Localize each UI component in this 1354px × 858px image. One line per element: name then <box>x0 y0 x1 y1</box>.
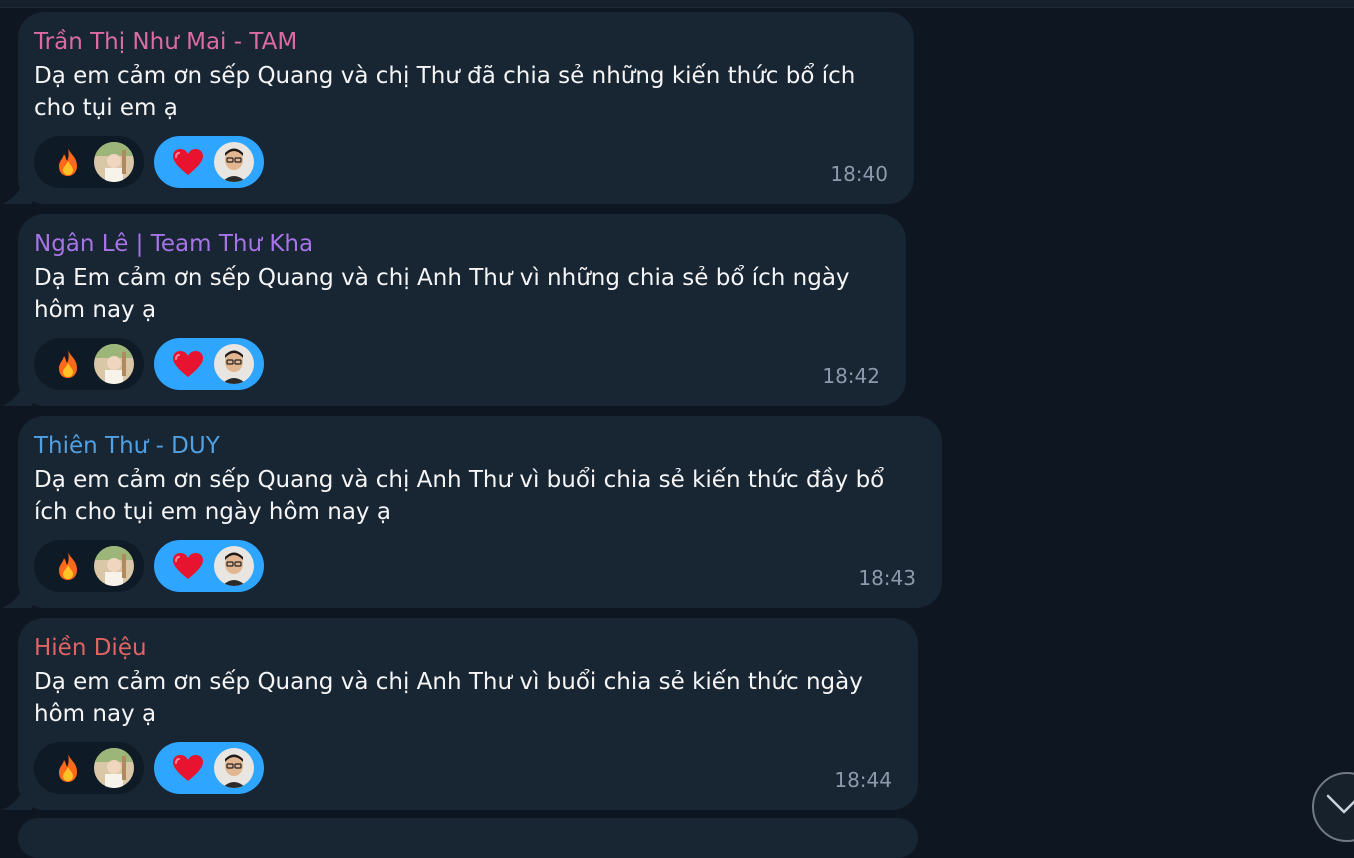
reaction-fire[interactable] <box>34 338 144 390</box>
avatar[interactable] <box>94 546 134 586</box>
reactions-row <box>34 742 264 794</box>
heart-icon <box>172 550 204 582</box>
fire-icon <box>52 146 84 178</box>
avatar[interactable] <box>214 546 254 586</box>
avatar[interactable] <box>94 344 134 384</box>
reaction-fire[interactable] <box>34 742 144 794</box>
reactions-row <box>34 338 264 390</box>
bubble-tail <box>2 178 32 204</box>
top-divider <box>0 0 1354 8</box>
message-bubble[interactable]: Thiên Thư - DUY Dạ em cảm ơn sếp Quang v… <box>2 416 942 608</box>
sender-name[interactable]: Ngân Lê | Team Thư Kha <box>34 228 882 260</box>
heart-icon <box>172 752 204 784</box>
fire-icon <box>52 550 84 582</box>
sender-name[interactable]: Hiền Diệu <box>34 632 894 664</box>
message-bubble[interactable]: Hiền Diệu Dạ em cảm ơn sếp Quang và chị … <box>2 618 918 810</box>
message-bubble[interactable]: Trần Thị Như Mai - TAM Dạ em cảm ơn sếp … <box>2 12 914 204</box>
fire-icon <box>52 752 84 784</box>
avatar[interactable] <box>214 344 254 384</box>
reaction-fire[interactable] <box>34 136 144 188</box>
message-time: 18:42 <box>822 364 880 388</box>
reaction-heart[interactable] <box>154 338 264 390</box>
avatar[interactable] <box>94 748 134 788</box>
avatar[interactable] <box>94 142 134 182</box>
heart-icon <box>172 146 204 178</box>
chevron-down-icon <box>1326 794 1354 814</box>
heart-icon <box>172 348 204 380</box>
message-bubble[interactable]: Ngân Lê | Team Thư Kha Dạ Em cảm ơn sếp … <box>2 214 906 406</box>
message-bubble-partial[interactable] <box>18 818 918 858</box>
message-time: 18:44 <box>834 768 892 792</box>
reaction-heart[interactable] <box>154 136 264 188</box>
message-text: Dạ em cảm ơn sếp Quang và chị Anh Thư vì… <box>34 669 863 727</box>
avatar[interactable] <box>214 748 254 788</box>
reaction-heart[interactable] <box>154 742 264 794</box>
reactions-row <box>34 540 264 592</box>
message-text: Dạ em cảm ơn sếp Quang và chị Anh Thư vì… <box>34 467 885 525</box>
message-text: Dạ em cảm ơn sếp Quang và chị Thư đã chi… <box>34 63 856 121</box>
bubble-tail <box>2 784 32 810</box>
message-text: Dạ Em cảm ơn sếp Quang và chị Anh Thư vì… <box>34 265 850 323</box>
reactions-row <box>34 136 264 188</box>
reaction-heart[interactable] <box>154 540 264 592</box>
fire-icon <box>52 348 84 380</box>
sender-name[interactable]: Trần Thị Như Mai - TAM <box>34 26 890 58</box>
reaction-fire[interactable] <box>34 540 144 592</box>
bubble-tail <box>2 380 32 406</box>
avatar[interactable] <box>214 142 254 182</box>
bubble-tail <box>2 582 32 608</box>
message-time: 18:40 <box>830 162 888 186</box>
sender-name[interactable]: Thiên Thư - DUY <box>34 430 918 462</box>
message-time: 18:43 <box>858 566 916 590</box>
scroll-down-button[interactable] <box>1312 772 1354 842</box>
